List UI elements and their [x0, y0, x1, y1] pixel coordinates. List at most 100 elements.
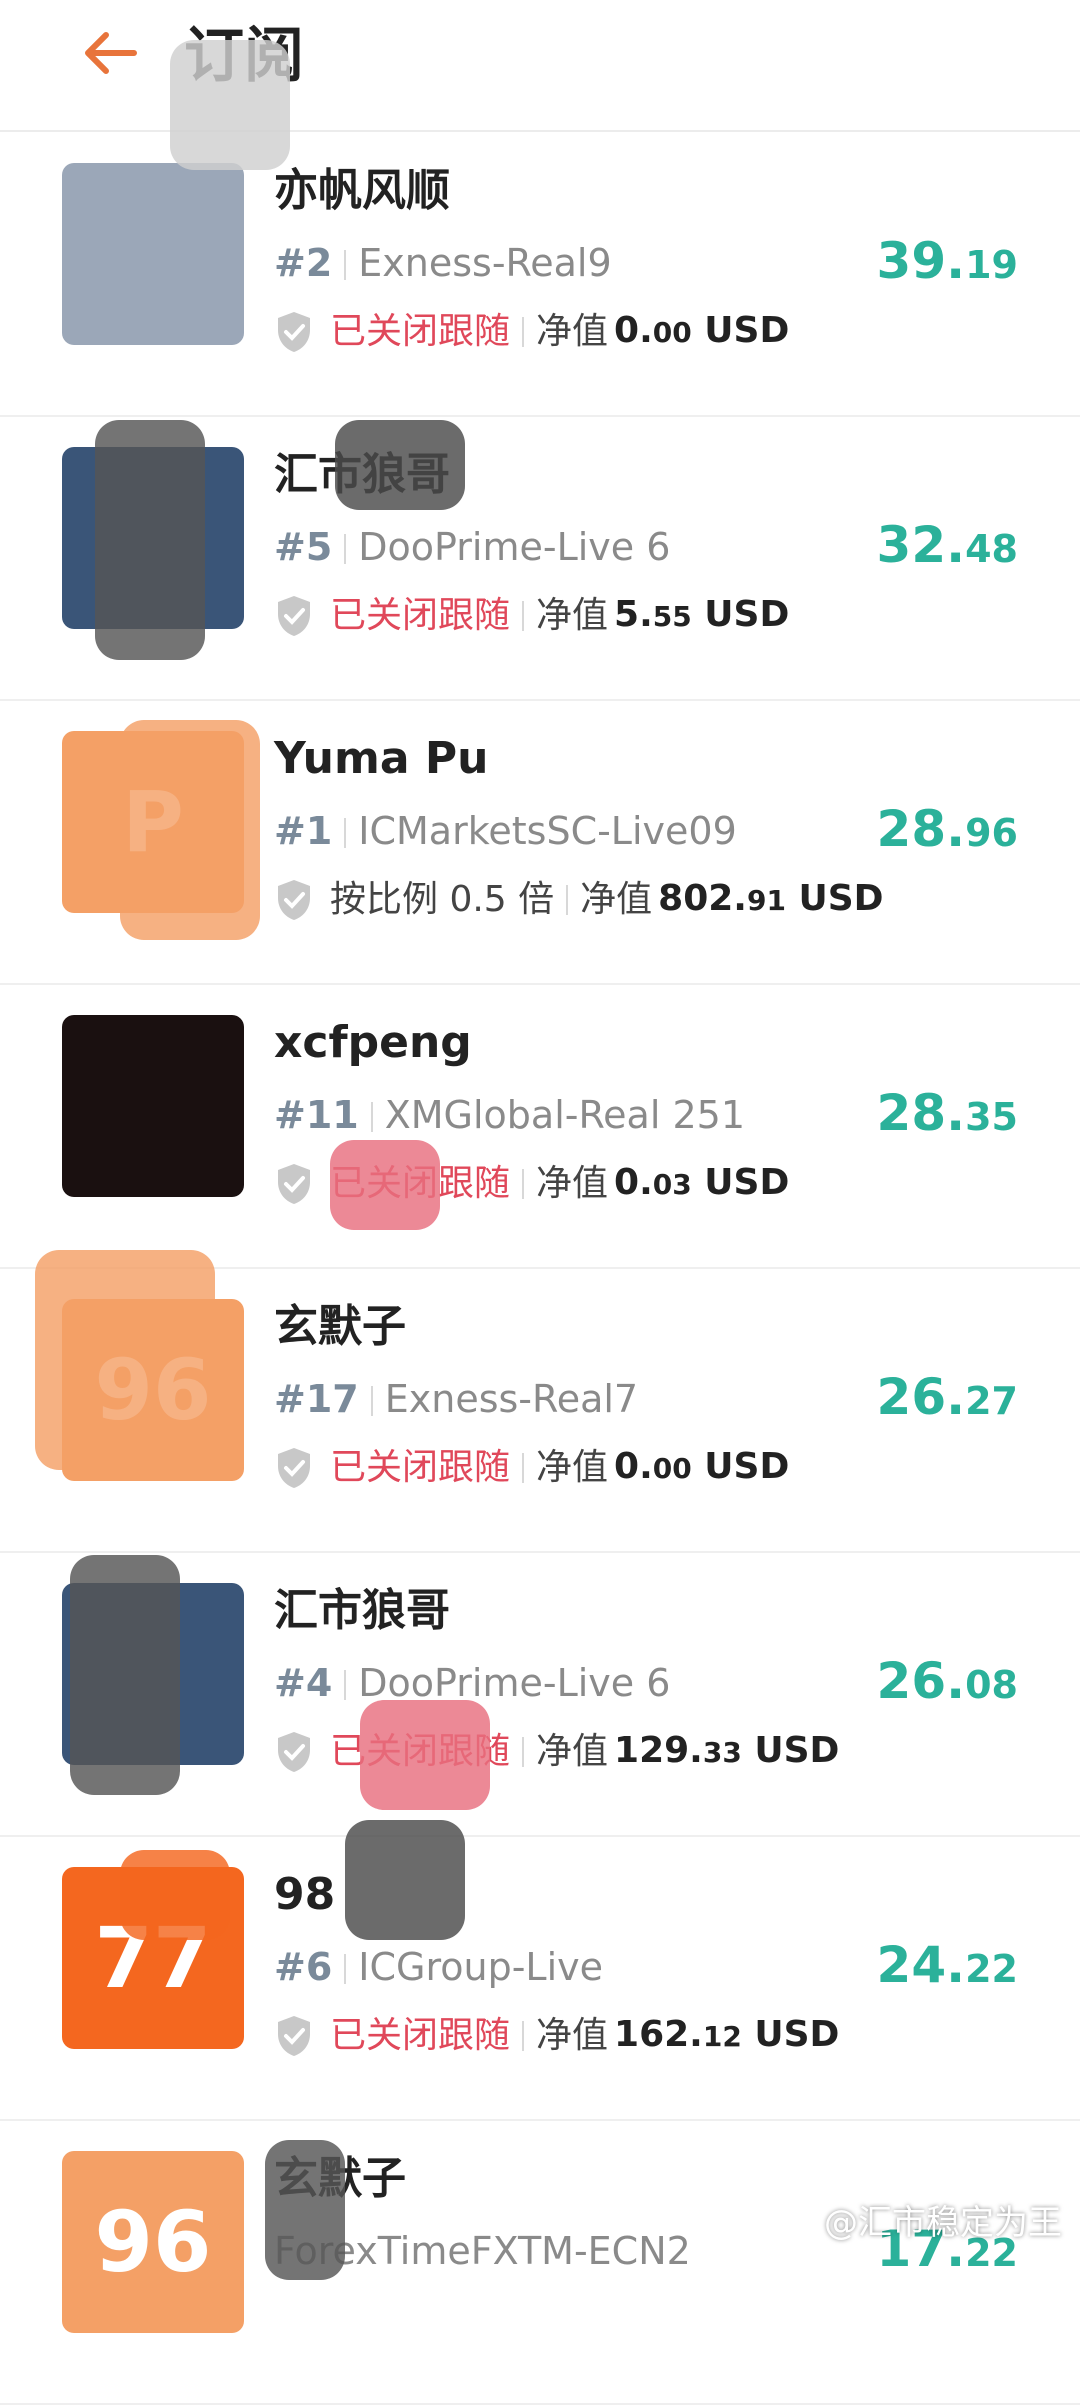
trader-name: 亦帆风顺 [274, 161, 450, 221]
follow-status: 已关闭跟随 [330, 1442, 510, 1494]
privacy-scribble [345, 1820, 465, 1940]
server-name: Exness-Real7 [385, 1377, 638, 1421]
rank-badge: #5 [274, 525, 332, 569]
return-score: 28.96 [877, 799, 1018, 863]
avatar[interactable] [62, 163, 244, 345]
account-line: #11 XMGlobal-Real 251 [274, 1089, 745, 1141]
status-line: 已关闭跟随 净值 0.00 USD [274, 1441, 789, 1495]
divider [344, 1670, 346, 1700]
status-line: 已关闭跟随 净值 162.12 USD [274, 2009, 839, 2063]
net-value-label: 净值 [536, 306, 608, 358]
net-value-label: 净值 [536, 1442, 608, 1494]
trader-name: 98 [274, 1865, 335, 1925]
watermark: @汇市稳定为王 [824, 2195, 1062, 2244]
server-name: DooPrime-Live 6 [358, 1661, 670, 1705]
divider [522, 601, 524, 631]
net-value: 0.00 USD [614, 1441, 789, 1495]
shield-icon [274, 1162, 314, 1206]
rank-badge: #17 [274, 1377, 359, 1421]
rank-badge: #2 [274, 241, 332, 285]
arrow-left-icon [82, 31, 138, 75]
subscription-row[interactable]: 96 玄默子 ForexTimeFXTM-ECN2 17.22 [0, 2121, 1080, 2405]
privacy-scribble [335, 420, 465, 510]
follow-status: 已关闭跟随 [330, 2010, 510, 2062]
account-line: #5 DooPrime-Live 6 [274, 521, 670, 573]
divider [344, 1954, 346, 1984]
account-line: #2 Exness-Real9 [274, 237, 612, 289]
divider [344, 818, 346, 848]
privacy-scribble [120, 1850, 230, 1940]
status-line: 已关闭跟随 净值 5.55 USD [274, 589, 789, 643]
server-name: ICMarketsSC-Live09 [358, 809, 736, 853]
follow-status: 按比例 0.5 倍 [330, 874, 554, 926]
return-score: 26.08 [877, 1651, 1018, 1715]
account-line: #1 ICMarketsSC-Live09 [274, 805, 737, 857]
avatar-text: 96 [95, 2193, 212, 2291]
divider [522, 1737, 524, 1767]
rank-badge: #4 [274, 1661, 332, 1705]
shield-icon [274, 1446, 314, 1490]
server-name: Exness-Real9 [358, 241, 611, 285]
divider [371, 1386, 373, 1416]
net-value: 0.00 USD [614, 305, 789, 359]
net-value: 162.12 USD [614, 2009, 839, 2063]
privacy-scribble [330, 1140, 440, 1230]
privacy-scribble [265, 2140, 345, 2280]
follow-status: 已关闭跟随 [330, 590, 510, 642]
subscription-row[interactable]: xcfpeng #11XMGlobal-Real 251 已关闭跟随 净值 0.… [0, 985, 1080, 1269]
shield-icon [274, 1730, 314, 1774]
avatar[interactable] [62, 1015, 244, 1197]
shield-icon [274, 2014, 314, 2058]
server-name: ICGroup-Live [358, 1945, 603, 1989]
privacy-scribble [95, 420, 205, 660]
follow-status: 已关闭跟随 [330, 306, 510, 358]
divider [522, 1169, 524, 1199]
status-line: 已关闭跟随 净值 129.33 USD [274, 1725, 839, 1779]
divider [522, 317, 524, 347]
divider [522, 1453, 524, 1483]
rank-badge: #1 [274, 809, 332, 853]
back-button[interactable] [70, 18, 150, 88]
return-score: 24.22 [877, 1935, 1018, 1999]
shield-icon [274, 878, 314, 922]
subscription-row[interactable]: 亦帆风顺 #2 Exness-Real9 已关闭跟随 净值 0.00 USD 39… [0, 133, 1080, 417]
divider [566, 885, 568, 915]
net-value-label: 净值 [536, 590, 608, 642]
server-name: DooPrime-Live 6 [358, 525, 670, 569]
return-score: 26.27 [877, 1367, 1018, 1431]
account-line: #6 ICGroup-Live [274, 1941, 603, 1993]
privacy-scribble [120, 720, 260, 940]
trader-name: 玄默子 [274, 1297, 406, 1357]
net-value-label: 净值 [536, 2010, 608, 2062]
shield-icon [274, 594, 314, 638]
privacy-scribble [170, 40, 290, 170]
net-value-label: 净值 [536, 1726, 608, 1778]
net-value: 802.91 USD [658, 873, 883, 927]
status-line: 已关闭跟随 净值 0.00 USD [274, 305, 789, 359]
net-value: 5.55 USD [614, 589, 789, 643]
net-value-label: 净值 [580, 874, 652, 926]
divider [344, 534, 346, 564]
net-value: 129.33 USD [614, 1725, 839, 1779]
privacy-scribble [360, 1700, 490, 1810]
divider [344, 250, 346, 280]
net-value: 0.03 USD [614, 1157, 789, 1211]
privacy-scribble [35, 1250, 215, 1470]
trader-name: xcfpeng [274, 1013, 472, 1073]
return-score: 28.35 [877, 1083, 1018, 1147]
status-line: 按比例 0.5 倍 净值 802.91 USD [274, 873, 884, 927]
avatar[interactable]: 96 [62, 2151, 244, 2333]
privacy-scribble [70, 1555, 180, 1795]
trader-name: 汇市狼哥 [274, 1581, 450, 1641]
top-bar: 订阅 [0, 0, 1080, 132]
return-score: 32.48 [877, 515, 1018, 579]
server-name: XMGlobal-Real 251 [385, 1093, 745, 1137]
net-value-label: 净值 [536, 1158, 608, 1210]
shield-icon [274, 310, 314, 354]
trader-name: Yuma Pu [274, 729, 488, 789]
divider [522, 2021, 524, 2051]
account-line: #17 Exness-Real7 [274, 1373, 638, 1425]
rank-badge: #6 [274, 1945, 332, 1989]
return-score: 39.19 [877, 231, 1018, 295]
rank-badge: #11 [274, 1093, 359, 1137]
